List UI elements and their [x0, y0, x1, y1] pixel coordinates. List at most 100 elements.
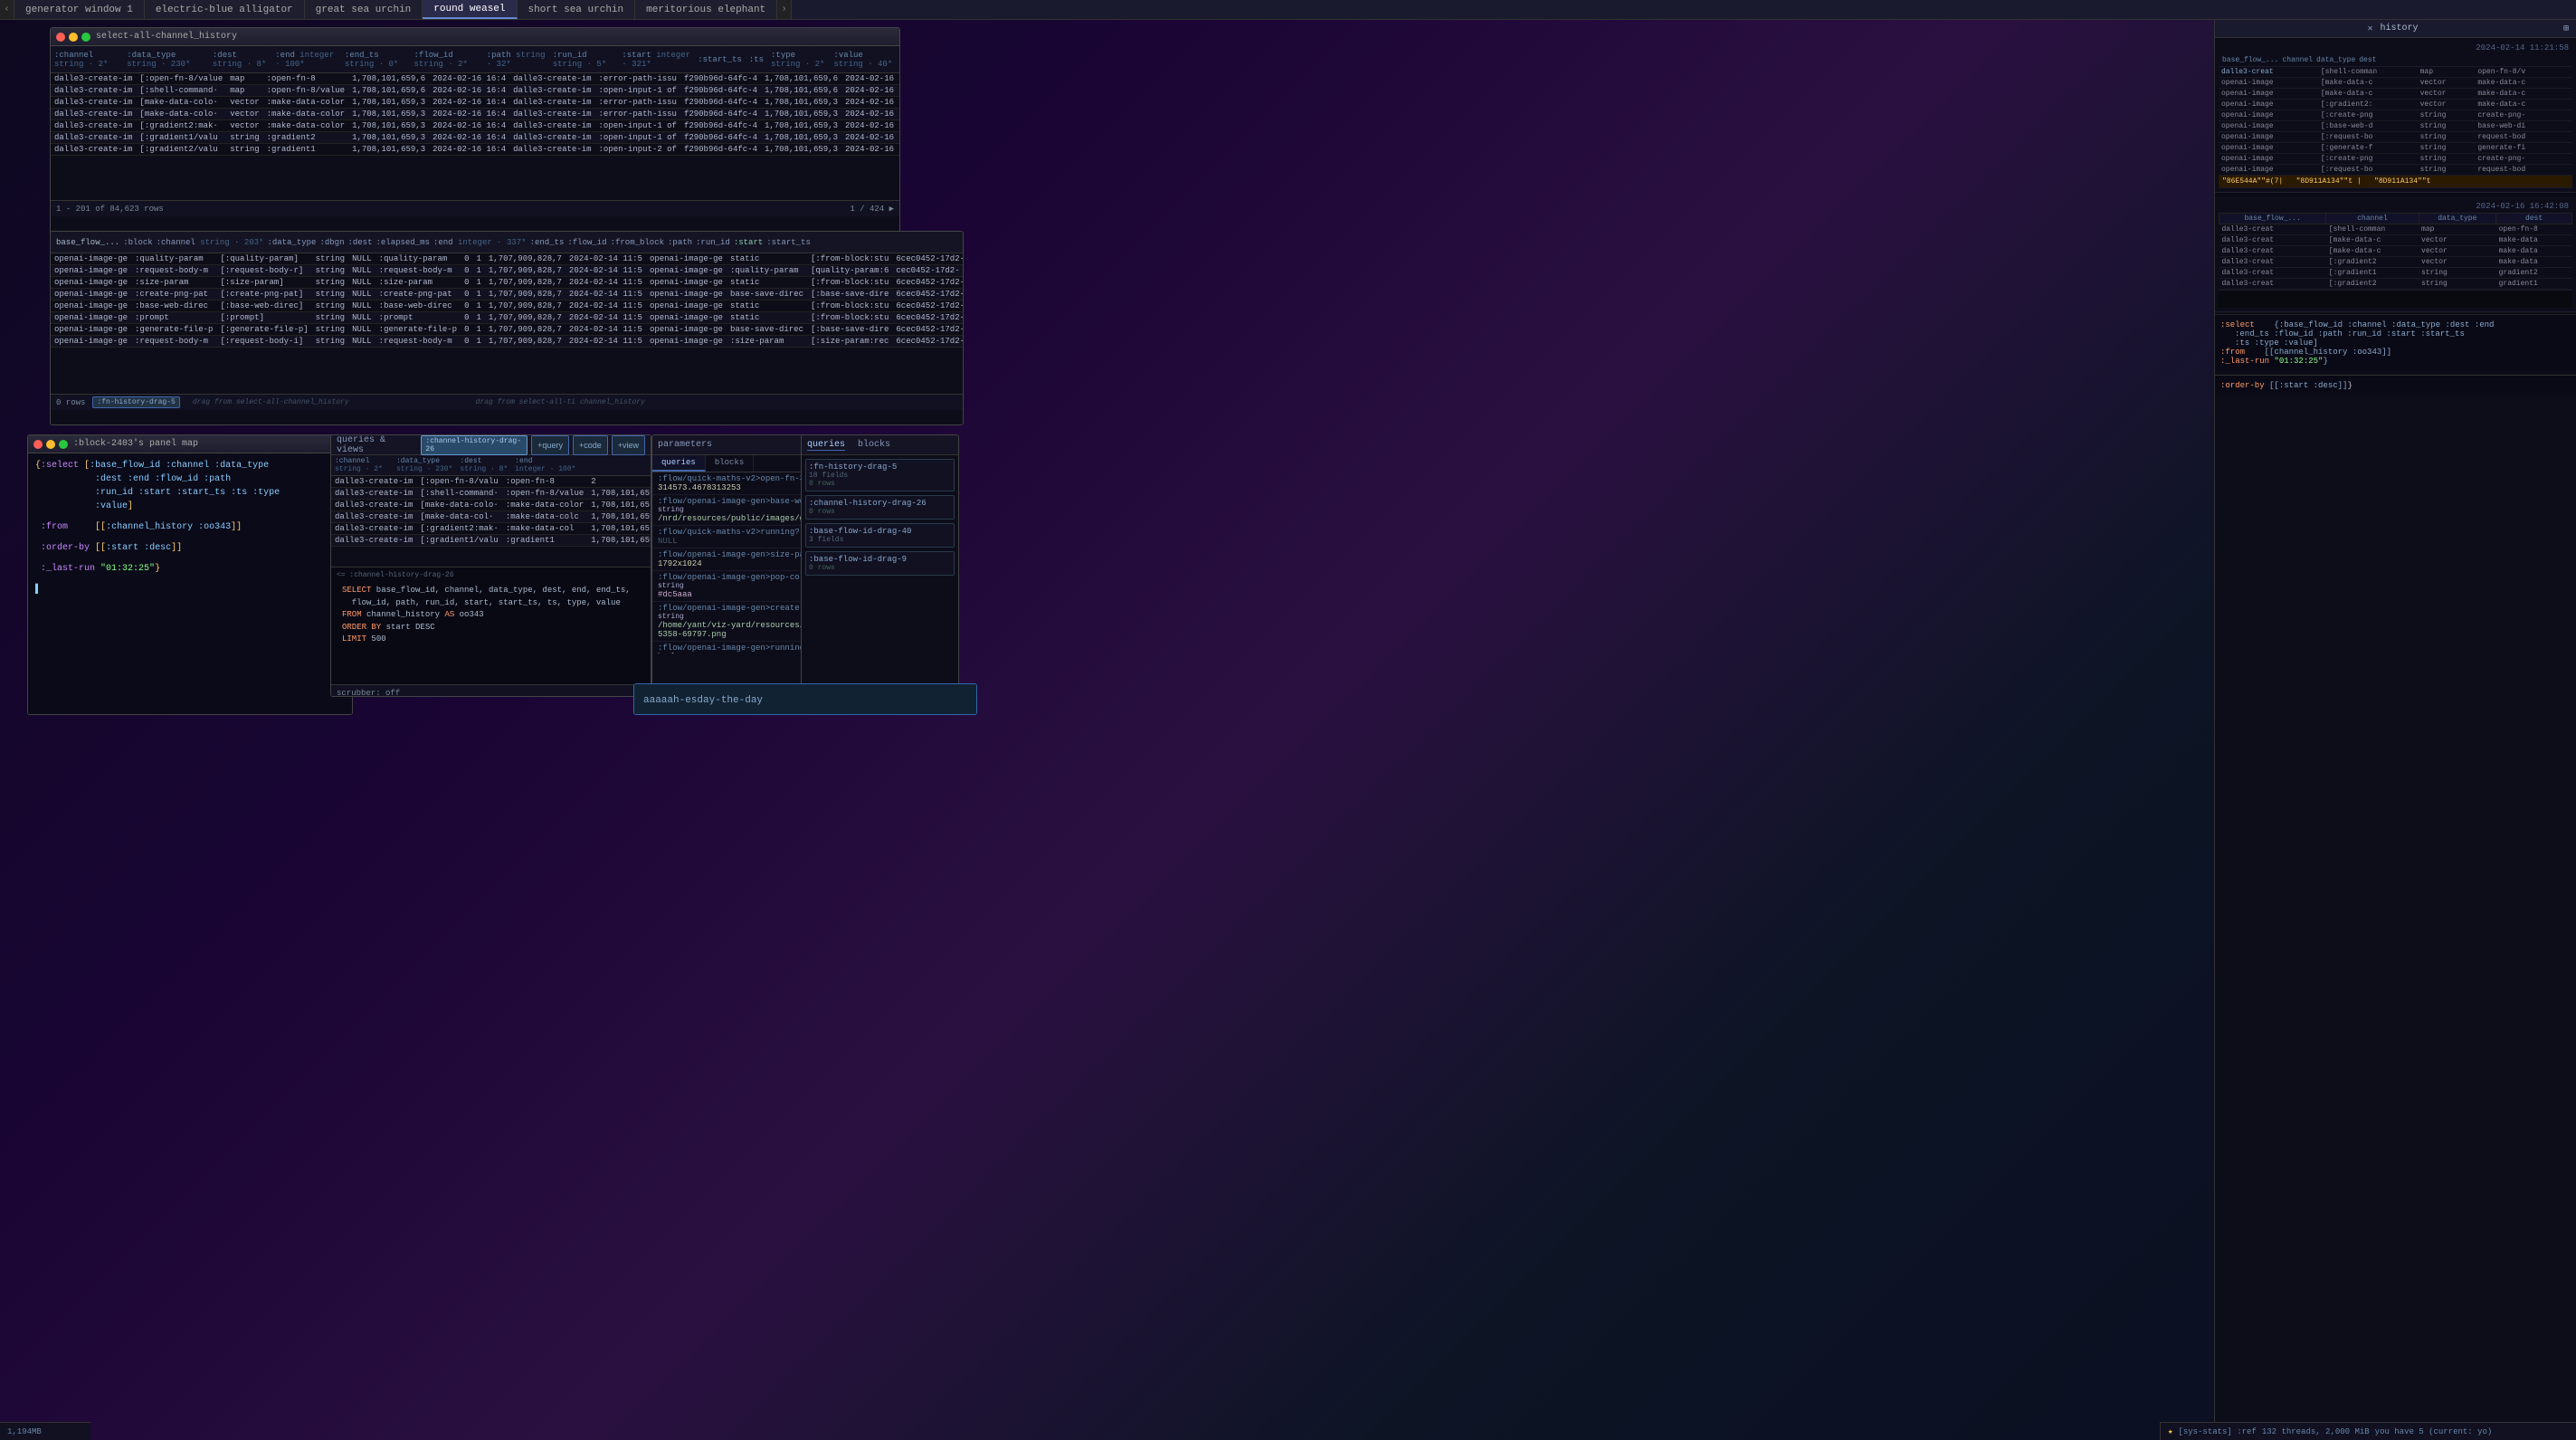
sql-area[interactable]: <= :channel-history-drag-26 SELECT base_… [331, 567, 651, 684]
col-header-path: :path string · 32* [487, 51, 546, 69]
history-close-icon[interactable]: ✕ [2367, 24, 2372, 34]
block-panel-window: :block-2403's panel map {:select [:base_… [27, 434, 353, 715]
tab-queries[interactable]: queries [652, 455, 706, 472]
table-row[interactable]: openai-image-ge:base-web-direc[:base-web… [51, 300, 963, 312]
memory-bar: 1,194MB [0, 1422, 90, 1440]
minimize-button[interactable] [69, 33, 78, 42]
query-add-query-btn[interactable]: +query [531, 435, 569, 455]
tab-blocks[interactable]: blocks [706, 455, 754, 472]
tab-electric-blue-alligator[interactable]: electric-blue alligator [145, 0, 305, 19]
table-row[interactable]: dalle3-create-im[make-data-colo·vector:m… [51, 97, 899, 109]
close-button[interactable] [56, 33, 65, 42]
tab-scroll-right[interactable]: › [777, 0, 792, 19]
select-all-channel-titlebar[interactable]: select-all-channel_history [51, 28, 899, 46]
queries-views-title: queries & views [337, 435, 415, 455]
param-value-1: 314573.4678313253 [658, 483, 804, 492]
table-row[interactable]: dalle3-create-im[make-data-colo·vector:m… [51, 109, 899, 120]
drag-items-queries-tab[interactable]: queries [807, 440, 845, 451]
fn-history-status: 0 rows :fn-history-drag-5 drag from sele… [51, 394, 963, 410]
maximize-button[interactable] [81, 33, 90, 42]
fn-history-drag-tag[interactable]: :fn-history-drag-5 [92, 396, 179, 408]
history-mini-table-1: dalle3-creat[shell-commanmapopen-fn-8/v … [2219, 67, 2572, 176]
table-row[interactable]: dalle3-create-im[:gradient2:mak·:make-da… [331, 523, 651, 535]
sql-comment: <= :channel-history-drag-26 [337, 571, 645, 579]
param-type-5: string [658, 582, 814, 590]
bf40-drag-label[interactable]: :base-flow-id-drag-40 [809, 527, 951, 536]
ch-drag-label[interactable]: :channel-history-drag-26 [809, 499, 951, 508]
history-entry-1: 2024-02-14 11:21:58 base_flow_...channel… [2215, 38, 2576, 193]
param-path-7: :flow/openai-image-gen>running? [658, 644, 809, 653]
hc-select: :select {:base_flow_id :channel :data_ty… [2220, 320, 2571, 329]
history-ts-code: 2024-02-16 16:42:08 [2219, 200, 2572, 213]
fn-history-col-elapsed: :elapsed_ms [376, 238, 430, 247]
history-panel[interactable]: ✕ history ⊞ 2024-02-14 11:21:58 base_flo… [2214, 20, 2576, 1440]
bf9-drag-label[interactable]: :base-flow-id-drag-9 [809, 555, 951, 564]
aaaaah-title: aaaaah-esday-the-day [643, 695, 763, 706]
table-row[interactable]: dalle3-create-im[make-data-colo·:make-da… [331, 500, 651, 511]
table-row[interactable]: dalle3-create-im[:gradient2/valustring:g… [51, 144, 899, 156]
code-line-4: :value] [35, 500, 345, 513]
col-header-channel: :channel string · 2* [54, 51, 119, 69]
history-resize-icon[interactable]: ⊞ [2563, 24, 2569, 34]
block-min-btn[interactable] [46, 440, 55, 449]
table-row[interactable]: dalle3-create-im[:shell-command·:open-fn… [331, 488, 651, 500]
drag-items-scroll[interactable]: :fn-history-drag-5 18 fields 0 rows :cha… [802, 455, 958, 691]
query-add-view-btn[interactable]: +view [612, 435, 645, 455]
table-row[interactable]: dalle3-create-im[:gradient1/valu:gradien… [331, 535, 651, 547]
history-panel-title: ✕ history ⊞ [2215, 20, 2576, 38]
col-header-run-id: :run_id string · 5* [553, 51, 615, 69]
tab-generator-window-1[interactable]: generator window 1 [14, 0, 145, 19]
table-row[interactable]: openai-image-ge:size-param[:size-param]s… [51, 277, 963, 289]
table-row[interactable]: dalle3-create-im[:open-fn-8/valu:open-fn… [331, 476, 651, 488]
table-row[interactable]: openai-image-ge:request-body-m[:request-… [51, 265, 963, 277]
fn-history-col-path: :path [668, 238, 692, 247]
queries-views-header: queries & views :channel-history-drag-26… [331, 435, 651, 455]
tab-round-weasel[interactable]: round weasel [423, 0, 517, 19]
col-header-ts: :ts [749, 55, 764, 64]
parameters-title: parameters [658, 440, 712, 450]
tab-scroll-left[interactable]: ‹ [0, 0, 14, 19]
fn-history-col-dtype: :data_type [267, 238, 316, 247]
fn-history-col-dbgn: :dbgn [319, 238, 344, 247]
block-panel-titlebar[interactable]: :block-2403's panel map [28, 435, 352, 453]
hc-fields2: :ts :type :value] [2220, 339, 2571, 348]
tab-meritorious-elephant[interactable]: meritorious elephant [635, 0, 777, 19]
qv-table-scroll[interactable]: dalle3-create-im[:open-fn-8/valu:open-fn… [331, 476, 651, 567]
query-add-code-btn[interactable]: +code [573, 435, 608, 455]
bf9-drag-rows: 0 rows [809, 564, 951, 572]
table-row: openai-image[:generate-fstringgenerate-f… [2219, 143, 2572, 154]
aaaaah-titlebar[interactable]: aaaaah-esday-the-day [634, 684, 976, 715]
fn-history-col-from-block: :from_block [611, 238, 664, 247]
table-row[interactable]: openai-image-ge:create-png-pat[:create-p… [51, 289, 963, 300]
table-row[interactable]: openai-image-ge:quality-param[:quality-p… [51, 253, 963, 265]
tab-great-sea-urchin[interactable]: great sea urchin [305, 0, 423, 19]
block-max-btn[interactable] [59, 440, 68, 449]
table-row[interactable]: dalle3-create-im[:open-fn-8/valuemap:ope… [51, 73, 899, 85]
history-mini-table-code: base_flow_...channeldata_typedest dalle3… [2219, 213, 2572, 290]
fn-history-col-end: :end integer · 337* [433, 238, 527, 247]
table-row[interactable]: dalle3-create-im[:gradient2:mak·vector:m… [51, 120, 899, 132]
table-row: openai-image[:request-bostringrequest-bo… [2219, 132, 2572, 143]
channel-table-scroll[interactable]: dalle3-create-im[:open-fn-8/valuemap:ope… [51, 73, 899, 200]
fn-history-table-scroll[interactable]: openai-image-ge:quality-param[:quality-p… [51, 253, 963, 394]
block-close-btn[interactable] [33, 440, 43, 449]
table-row[interactable]: openai-image-ge:prompt[:prompt]stringNUL… [51, 312, 963, 324]
col-header-type: :type string · 2* [771, 51, 826, 69]
ch-drag-rows: 0 rows [809, 508, 951, 516]
table-row[interactable]: openai-image-ge:generate-file-p[:generat… [51, 324, 963, 336]
history-entry-code: 2024-02-16 16:42:08 base_flow_...channel… [2215, 196, 2576, 312]
table-row[interactable]: dalle3-create-im[:shell-command·map:open… [51, 85, 899, 97]
fn-history-col-dest: :dest [347, 238, 372, 247]
fn-drag-label[interactable]: :fn-history-drag-5 [809, 463, 951, 472]
window-title: select-all-channel_history [96, 32, 237, 42]
queries-views-window: queries & views :channel-history-drag-26… [330, 434, 651, 697]
window-controls [56, 33, 90, 42]
table-row: openai-image[:create-pngstringcreate-png… [2219, 154, 2572, 165]
fn-history-col-start: :start [734, 238, 763, 247]
table-row[interactable]: dalle3-create-im[make-data-col·:make-dat… [331, 511, 651, 523]
drag-items-blocks-tab[interactable]: blocks [858, 440, 890, 450]
table-row[interactable]: openai-image-ge:request-body-m[:request-… [51, 336, 963, 348]
channel-history-active-drag[interactable]: :channel-history-drag-26 [421, 435, 528, 455]
tab-short-sea-urchin[interactable]: short sea urchin [518, 0, 636, 19]
table-row[interactable]: dalle3-create-im[:gradient1/valustring:g… [51, 132, 899, 144]
